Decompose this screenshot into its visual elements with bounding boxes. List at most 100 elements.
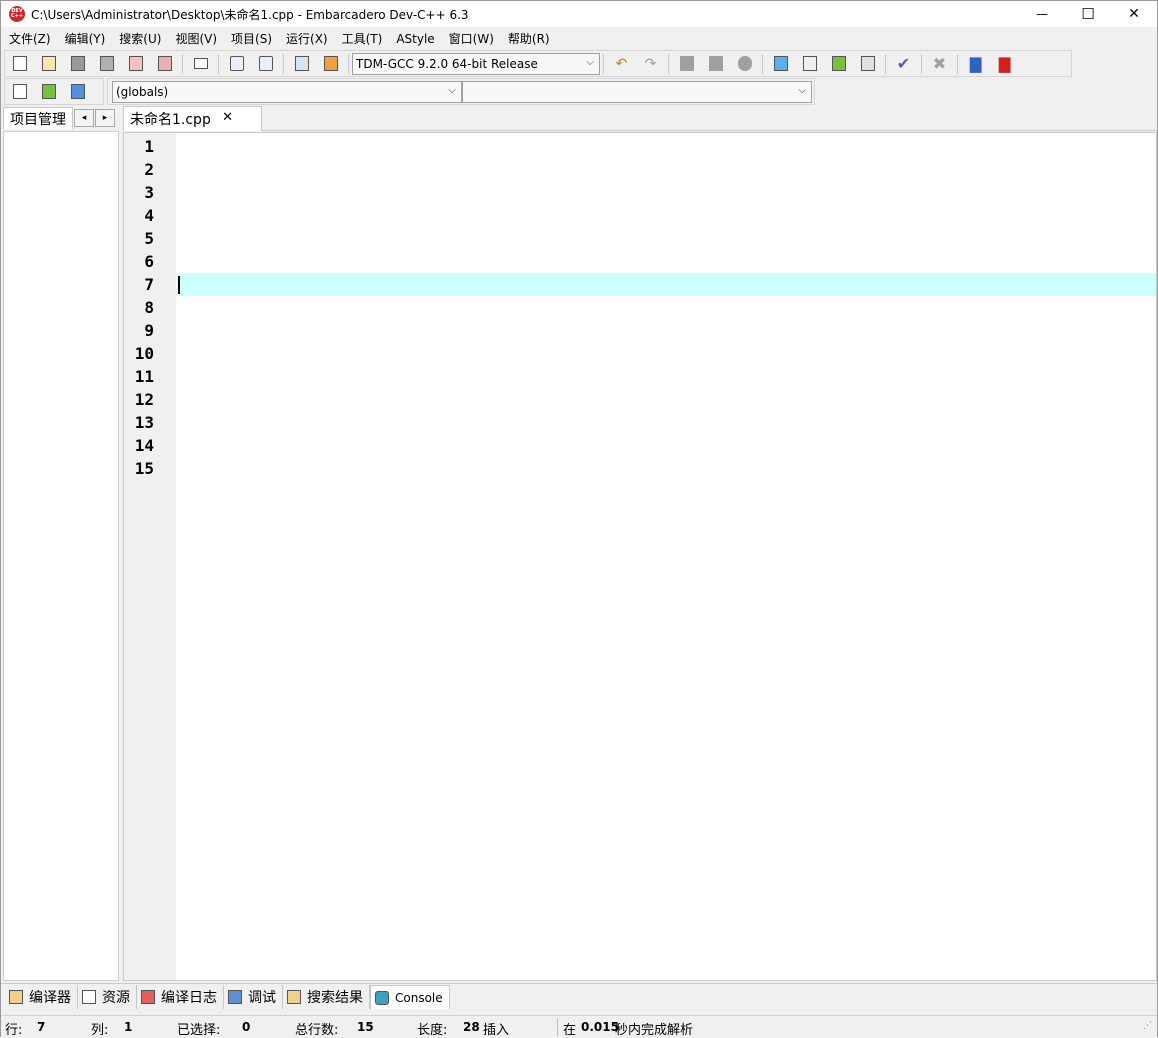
add-to-project-button[interactable] <box>36 80 61 103</box>
chevron-down-icon: ⌵ <box>448 84 456 96</box>
close-button[interactable]: ✕ <box>1111 1 1157 27</box>
menu-help[interactable]: 帮助(R) <box>502 30 556 47</box>
devcpp-app-icon[interactable]: DEV C++ <box>9 6 25 22</box>
menu-tools[interactable]: 工具(T) <box>336 30 389 47</box>
undo-button[interactable]: ↶ <box>609 52 634 75</box>
resources-icon <box>82 990 96 1004</box>
bottom-panel-tabs: 编译器 资源 编译日志 调试 搜索结果 Console <box>1 983 1157 1010</box>
menu-project[interactable]: 项目(S) <box>225 30 278 47</box>
close-file-button[interactable] <box>123 52 148 75</box>
current-line-highlight <box>177 273 1156 296</box>
comment-icon <box>737 56 752 71</box>
tab-debug[interactable]: 调试 <box>224 985 283 1009</box>
menu-astyle[interactable]: AStyle <box>390 32 440 46</box>
tab-compile-log[interactable]: 编译日志 <box>137 985 224 1009</box>
line-number: 14 <box>134 436 154 455</box>
rebuild-all-button[interactable] <box>855 52 880 75</box>
line-number: 13 <box>134 413 154 432</box>
comment-button[interactable] <box>732 52 757 75</box>
goto-line-button[interactable] <box>289 52 314 75</box>
tab-search-results[interactable]: 搜索结果 <box>283 985 370 1009</box>
resize-grip-icon[interactable]: ⋰ <box>1143 1021 1152 1031</box>
unindent-icon <box>708 56 723 71</box>
replace-icon <box>258 56 273 71</box>
globals-select[interactable]: (globals) ⌵ <box>112 80 462 103</box>
tab-untitled1-cpp[interactable]: 未命名1.cpp ✕ <box>123 106 262 131</box>
print-button[interactable] <box>188 52 213 75</box>
toolbar-separator <box>218 53 219 74</box>
tab-console[interactable]: Console <box>370 985 450 1009</box>
status-parse-suffix: 秒内完成解析 <box>615 1023 694 1038</box>
undo-icon: ↶ <box>615 55 628 72</box>
line-number-gutter: 1 2 3 4 5 6 7 8 9 10 11 12 13 14 15 <box>124 133 176 980</box>
status-selection-value: 0 <box>242 1020 251 1034</box>
menu-run[interactable]: 运行(X) <box>280 30 334 47</box>
new-file-icon <box>12 56 27 71</box>
redo-icon: ↷ <box>644 55 657 72</box>
tab-compiler[interactable]: 编译器 <box>5 985 78 1009</box>
status-length-value: 28 <box>463 1020 480 1034</box>
maximize-button[interactable]: ☐ <box>1065 1 1111 27</box>
tab-compile-log-label: 编译日志 <box>161 990 217 1006</box>
compile-button[interactable] <box>768 52 793 75</box>
tab-debug-label: 调试 <box>248 990 276 1006</box>
indent-button[interactable] <box>674 52 699 75</box>
tab-project-manager[interactable]: 项目管理 <box>3 107 73 129</box>
line-number: 6 <box>144 252 154 271</box>
project-tree[interactable] <box>3 131 119 981</box>
debug-icon <box>228 990 242 1004</box>
new-project-button[interactable] <box>7 80 32 103</box>
tab-prev-button[interactable]: ◂ <box>74 109 94 127</box>
goto-line-icon <box>294 56 309 71</box>
find-button[interactable] <box>224 52 249 75</box>
menu-search[interactable]: 搜索(U) <box>113 30 167 47</box>
toolbar-separator <box>885 53 886 74</box>
compile-log-icon <box>141 990 155 1004</box>
delete-profile-button[interactable]: ▇ <box>992 52 1017 75</box>
class-browser-toolbar: (globals) ⌵ ⌵ <box>107 78 815 105</box>
status-total-lines-label: 总行数: <box>295 1023 339 1038</box>
menu-view[interactable]: 视图(V) <box>169 30 223 47</box>
status-col-label: 列: <box>91 1023 109 1038</box>
chevron-down-icon: ⌵ <box>586 56 594 68</box>
unindent-button[interactable] <box>703 52 728 75</box>
member-select[interactable]: ⌵ <box>462 80 812 103</box>
compile-run-icon <box>831 56 846 71</box>
compiler-icon <box>9 990 23 1004</box>
line-number: 4 <box>144 206 154 225</box>
project-panel: 项目管理 ◂ ▸ <box>1 105 121 981</box>
bookmark-icon <box>323 56 338 71</box>
new-file-button[interactable] <box>7 52 32 75</box>
syntax-check-button[interactable]: ✔ <box>891 52 916 75</box>
new-project-icon <box>12 84 27 99</box>
tab-next-button[interactable]: ▸ <box>95 109 115 127</box>
code-editor[interactable]: 1 2 3 4 5 6 7 8 9 10 11 12 13 14 15 <box>123 132 1157 981</box>
project-toolbar <box>4 78 104 105</box>
replace-button[interactable] <box>253 52 278 75</box>
open-file-button[interactable] <box>36 52 61 75</box>
run-button[interactable] <box>797 52 822 75</box>
toggle-bookmark-button[interactable] <box>318 52 343 75</box>
status-parse-prefix: 在 <box>563 1023 577 1038</box>
indent-icon <box>679 56 694 71</box>
menu-file[interactable]: 文件(Z) <box>3 30 57 47</box>
close-all-button[interactable] <box>152 52 177 75</box>
line-number: 9 <box>144 321 154 340</box>
tab-resources[interactable]: 资源 <box>78 985 137 1009</box>
save-button[interactable] <box>65 52 90 75</box>
project-panel-tabs: 项目管理 ◂ ▸ <box>3 107 115 129</box>
menu-edit[interactable]: 编辑(Y) <box>59 30 112 47</box>
line-number: 12 <box>134 390 154 409</box>
status-insert-mode: 插入 <box>483 1023 510 1038</box>
profile-button[interactable]: ▇ <box>963 52 988 75</box>
minimize-button[interactable]: — <box>1019 1 1065 27</box>
search-results-icon <box>287 990 301 1004</box>
stop-execution-button[interactable]: ✖ <box>927 52 952 75</box>
redo-button[interactable]: ↷ <box>638 52 663 75</box>
close-icon[interactable]: ✕ <box>222 110 233 125</box>
remove-from-project-button[interactable] <box>65 80 90 103</box>
save-all-button[interactable] <box>94 52 119 75</box>
compile-run-button[interactable] <box>826 52 851 75</box>
menu-window[interactable]: 窗口(W) <box>443 30 500 47</box>
compiler-select[interactable]: TDM-GCC 9.2.0 64-bit Release ⌵ <box>352 52 600 75</box>
